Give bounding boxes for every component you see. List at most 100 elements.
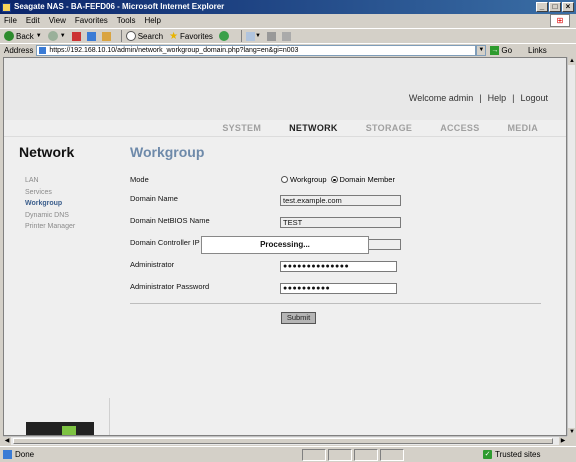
edit-button[interactable] bbox=[281, 31, 291, 41]
address-input[interactable]: https://192.168.10.10/admin/network_work… bbox=[36, 44, 477, 56]
home-icon bbox=[101, 31, 111, 41]
device-led bbox=[62, 426, 76, 435]
help-link[interactable]: Help bbox=[488, 93, 507, 103]
nas-device-image bbox=[26, 422, 94, 435]
scroll-left-arrow-icon[interactable]: ◀ bbox=[3, 437, 11, 445]
status-pane-empty bbox=[354, 448, 378, 461]
maximize-button[interactable]: □ bbox=[549, 2, 561, 12]
page-viewport: Welcome admin | Help | Logout SYSTEM NET… bbox=[3, 57, 567, 436]
top-links: Welcome admin | Help | Logout bbox=[409, 93, 548, 103]
page-done-icon bbox=[3, 450, 12, 459]
admin-password-input[interactable]: ●●●●●●●●●● bbox=[280, 283, 397, 294]
netbios-input[interactable]: TEST bbox=[280, 217, 401, 228]
print-button[interactable] bbox=[266, 31, 276, 41]
search-label: Search bbox=[137, 31, 164, 41]
sidebar-item-lan[interactable]: LAN bbox=[25, 175, 75, 187]
horizontal-scroll-thumb[interactable] bbox=[13, 438, 553, 444]
sidebar-nav: LAN Services Workgroup Dynamic DNS Print… bbox=[25, 175, 75, 233]
status-text: Done bbox=[15, 450, 35, 459]
tab-network[interactable]: NETWORK bbox=[289, 123, 338, 133]
menu-bar: File Edit View Favorites Tools Help bbox=[0, 14, 576, 27]
status-pane-empty bbox=[302, 448, 326, 461]
back-button[interactable]: Back ▼ bbox=[4, 31, 42, 41]
submit-button[interactable]: Submit bbox=[281, 312, 316, 324]
star-icon: ★ bbox=[169, 30, 179, 42]
admin-password-label: Administrator Password bbox=[130, 282, 210, 291]
scroll-up-arrow-icon[interactable]: ▲ bbox=[568, 57, 576, 65]
page-title: Workgroup bbox=[130, 144, 205, 160]
status-pane-empty bbox=[380, 448, 404, 461]
sidebar-item-workgroup[interactable]: Workgroup bbox=[25, 198, 75, 210]
forward-arrow-icon bbox=[47, 31, 58, 41]
media-button[interactable] bbox=[218, 31, 231, 41]
tab-access[interactable]: ACCESS bbox=[440, 123, 479, 133]
go-button[interactable]: → Go bbox=[490, 45, 512, 55]
vertical-scrollbar[interactable]: ▲ ▼ bbox=[567, 57, 576, 436]
stop-button[interactable] bbox=[71, 31, 81, 41]
tab-storage[interactable]: STORAGE bbox=[366, 123, 412, 133]
status-pane-empty bbox=[328, 448, 352, 461]
search-button[interactable]: Search bbox=[125, 31, 164, 41]
back-label: Back bbox=[16, 31, 34, 41]
zone-text: Trusted sites bbox=[495, 450, 541, 459]
window-controls: _ □ × bbox=[536, 2, 574, 12]
minimize-button[interactable]: _ bbox=[536, 2, 548, 12]
administrator-input[interactable]: ●●●●●●●●●●●●●● bbox=[280, 261, 397, 272]
trusted-check-icon: ✓ bbox=[483, 450, 492, 459]
menu-tools[interactable]: Tools bbox=[117, 16, 136, 25]
tab-divider bbox=[4, 136, 566, 137]
go-arrow-icon: → bbox=[490, 45, 500, 55]
menu-help[interactable]: Help bbox=[144, 16, 160, 25]
page-icon bbox=[39, 46, 47, 54]
menu-view[interactable]: View bbox=[49, 16, 66, 25]
chevron-down-icon: ▼ bbox=[35, 33, 42, 39]
menu-favorites[interactable]: Favorites bbox=[75, 16, 108, 25]
status-bar: Done ✓ Trusted sites bbox=[0, 446, 576, 462]
forward-button[interactable]: ▼ bbox=[47, 31, 66, 41]
link-separator: | bbox=[512, 93, 515, 103]
chevron-down-icon: ▼ bbox=[59, 33, 66, 39]
domain-name-input[interactable]: test.example.com bbox=[280, 195, 401, 206]
toolbar-separator bbox=[240, 30, 242, 42]
radio-workgroup[interactable] bbox=[281, 176, 288, 183]
home-button[interactable] bbox=[101, 31, 111, 41]
toolbar: Back ▼ ▼ Search ★ Favorites ▼ bbox=[0, 28, 576, 43]
welcome-text: Welcome admin bbox=[408, 93, 474, 103]
address-dropdown-button[interactable]: ▼ bbox=[476, 44, 487, 56]
sidebar-item-printer-manager[interactable]: Printer Manager bbox=[25, 221, 75, 233]
sidebar-item-dynamic-dns[interactable]: Dynamic DNS bbox=[25, 210, 75, 222]
logout-link[interactable]: Logout bbox=[520, 93, 548, 103]
scroll-right-arrow-icon[interactable]: ▶ bbox=[559, 437, 567, 445]
close-button[interactable]: × bbox=[562, 2, 574, 12]
toolbar-separator bbox=[120, 30, 122, 42]
media-icon bbox=[218, 31, 229, 41]
mail-button[interactable]: ▼ bbox=[245, 31, 261, 41]
favorites-button[interactable]: ★ Favorites bbox=[169, 31, 213, 42]
mode-radio-group: Workgroup Domain Member bbox=[281, 175, 399, 184]
mail-icon bbox=[245, 31, 255, 41]
tab-system[interactable]: SYSTEM bbox=[222, 123, 261, 133]
address-label: Address bbox=[4, 45, 34, 55]
ie-icon bbox=[2, 3, 11, 12]
menu-edit[interactable]: Edit bbox=[26, 16, 40, 25]
radio-domain-member-label: Domain Member bbox=[339, 175, 395, 184]
domain-name-label: Domain Name bbox=[130, 194, 178, 203]
refresh-button[interactable] bbox=[86, 31, 96, 41]
radio-domain-member[interactable] bbox=[330, 176, 338, 183]
window-title: Seagate NAS - BA-FEFD06 - Microsoft Inte… bbox=[14, 2, 225, 11]
horizontal-scrollbar[interactable]: ◀ ▶ bbox=[3, 436, 567, 445]
scroll-down-arrow-icon[interactable]: ▼ bbox=[568, 428, 576, 436]
tab-media[interactable]: MEDIA bbox=[508, 123, 539, 133]
administrator-label: Administrator bbox=[130, 260, 175, 269]
main-nav: SYSTEM NETWORK STORAGE ACCESS MEDIA bbox=[222, 123, 538, 133]
mode-label: Mode bbox=[130, 175, 149, 184]
address-url: https://192.168.10.10/admin/network_work… bbox=[49, 46, 299, 54]
menu-file[interactable]: File bbox=[4, 16, 17, 25]
processing-dialog: Processing... bbox=[201, 236, 369, 254]
form-divider bbox=[130, 303, 541, 304]
title-bar: Seagate NAS - BA-FEFD06 - Microsoft Inte… bbox=[0, 0, 576, 14]
chevron-down-icon: ▼ bbox=[254, 33, 261, 39]
links-button[interactable]: Links bbox=[528, 46, 547, 55]
search-icon bbox=[125, 31, 136, 41]
sidebar-item-services[interactable]: Services bbox=[25, 187, 75, 199]
